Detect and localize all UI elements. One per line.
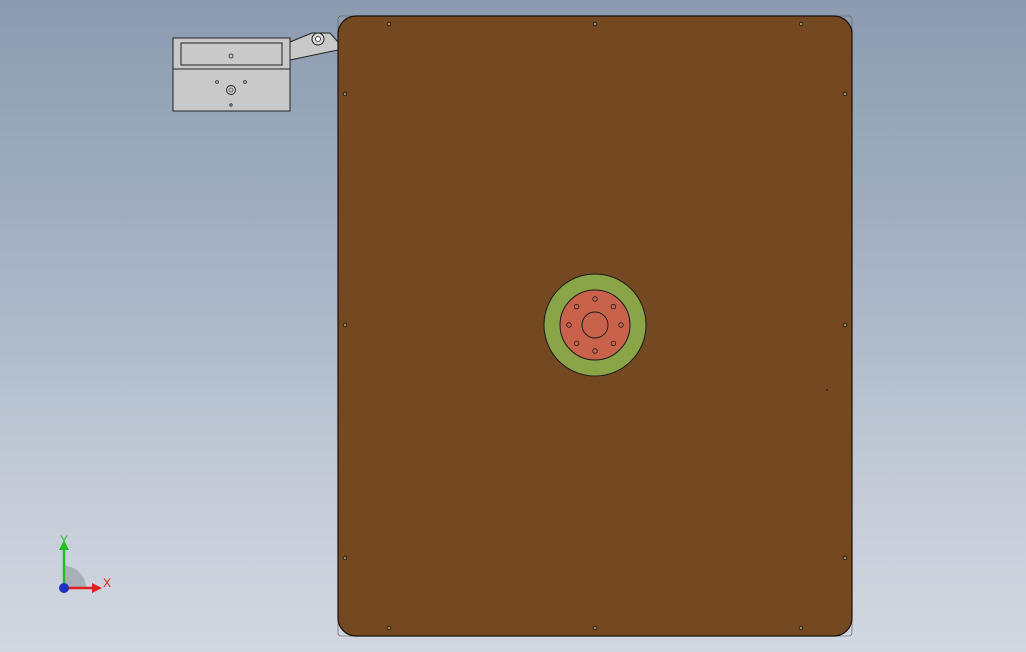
x-axis-label: X bbox=[103, 576, 111, 590]
plate-hole bbox=[342, 555, 348, 561]
plate-hole bbox=[342, 91, 348, 97]
plate-hole bbox=[386, 625, 392, 631]
graphics-area[interactable]: Y X bbox=[0, 0, 1026, 652]
side-bracket[interactable] bbox=[172, 32, 339, 112]
plate-hole bbox=[342, 322, 348, 328]
plate-hole bbox=[798, 625, 804, 631]
x-axis-arrow-icon bbox=[92, 583, 102, 593]
plate-hole bbox=[592, 21, 598, 27]
plate-hole bbox=[798, 21, 804, 27]
plate-hole bbox=[592, 625, 598, 631]
coordinate-triad: Y X bbox=[59, 533, 111, 593]
plate-hole bbox=[386, 21, 392, 27]
plate-hole bbox=[842, 555, 848, 561]
y-axis-label: Y bbox=[60, 533, 68, 547]
arm-pivot-inner bbox=[315, 36, 321, 42]
rotary-flange[interactable] bbox=[543, 273, 647, 377]
plate-hole bbox=[842, 91, 848, 97]
cad-viewport[interactable]: Y X bbox=[0, 0, 1026, 652]
flange-hub bbox=[581, 311, 609, 339]
plate-hole bbox=[842, 322, 848, 328]
z-axis-dot-icon bbox=[59, 583, 69, 593]
plate-marker bbox=[826, 389, 828, 391]
